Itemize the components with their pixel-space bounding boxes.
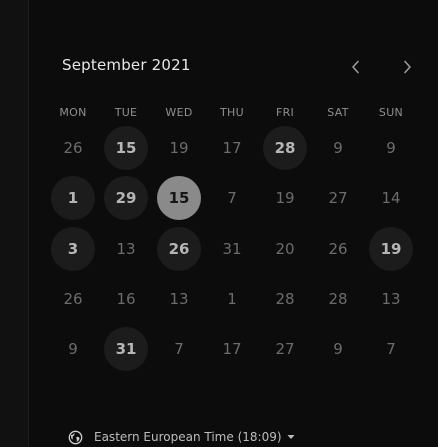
weekday-label: SUN (378, 106, 404, 119)
day-cell[interactable]: 16 (104, 277, 148, 321)
day-cell[interactable]: 26 (51, 126, 95, 170)
day-cell[interactable]: 20 (263, 227, 307, 271)
day-cell[interactable]: 13 (369, 277, 413, 321)
day-cell[interactable]: 9 (51, 327, 95, 371)
weekday-label: THU (220, 106, 244, 119)
next-month-button[interactable] (397, 56, 417, 78)
day-cell[interactable]: 19 (369, 227, 413, 271)
weekday-label: FRI (275, 106, 295, 119)
day-cell[interactable]: 31 (104, 327, 148, 371)
day-cell[interactable]: 28 (263, 277, 307, 321)
day-cell[interactable]: 7 (210, 176, 254, 220)
day-cell[interactable]: 27 (316, 176, 360, 220)
weekday-label: SAT (327, 106, 349, 119)
day-cell[interactable]: 1 (210, 277, 254, 321)
day-cell[interactable]: 15 (104, 126, 148, 170)
day-cell[interactable]: 31 (210, 227, 254, 271)
day-cell[interactable]: 9 (369, 126, 413, 170)
selected-day-cell[interactable]: 15 (157, 176, 201, 220)
day-cell[interactable]: 9 (316, 126, 360, 170)
day-cell[interactable]: 28 (316, 277, 360, 321)
day-cell[interactable]: 9 (316, 327, 360, 371)
day-cell[interactable]: 7 (157, 327, 201, 371)
prev-month-button[interactable] (345, 56, 365, 78)
day-cell[interactable]: 14 (369, 176, 413, 220)
month-title: September 2021 (62, 56, 191, 74)
day-cell[interactable]: 3 (51, 227, 95, 271)
day-cell[interactable]: 28 (263, 126, 307, 170)
day-cell[interactable]: 13 (104, 227, 148, 271)
chevron-left-icon (351, 60, 359, 74)
weekday-label: MON (59, 106, 87, 119)
day-cell[interactable]: 7 (369, 327, 413, 371)
calendar-page: September 2021 MON TUE WED THU FRI SAT SUN 26 1… (0, 0, 438, 447)
day-cell[interactable]: 1 (51, 176, 95, 220)
weekday-label: TUE (114, 106, 138, 119)
globe-icon (68, 430, 83, 444)
caret-down-icon (287, 435, 295, 439)
day-cell[interactable]: 26 (316, 227, 360, 271)
day-cell[interactable]: 19 (263, 176, 307, 220)
timezone-label: Eastern European Time (18:09) (94, 430, 282, 444)
day-cell[interactable]: 19 (157, 126, 201, 170)
day-cell[interactable]: 17 (210, 327, 254, 371)
day-cell[interactable]: 26 (51, 277, 95, 321)
day-cell[interactable]: 17 (210, 126, 254, 170)
weekday-label: WED (165, 106, 193, 119)
day-cell[interactable]: 27 (263, 327, 307, 371)
chevron-right-icon (403, 60, 411, 74)
day-cell[interactable]: 29 (104, 176, 148, 220)
left-rail (0, 0, 29, 447)
day-cell[interactable]: 13 (157, 277, 201, 321)
timezone-selector[interactable]: Eastern European Time (18:09) (68, 428, 295, 446)
day-cell[interactable]: 26 (157, 227, 201, 271)
